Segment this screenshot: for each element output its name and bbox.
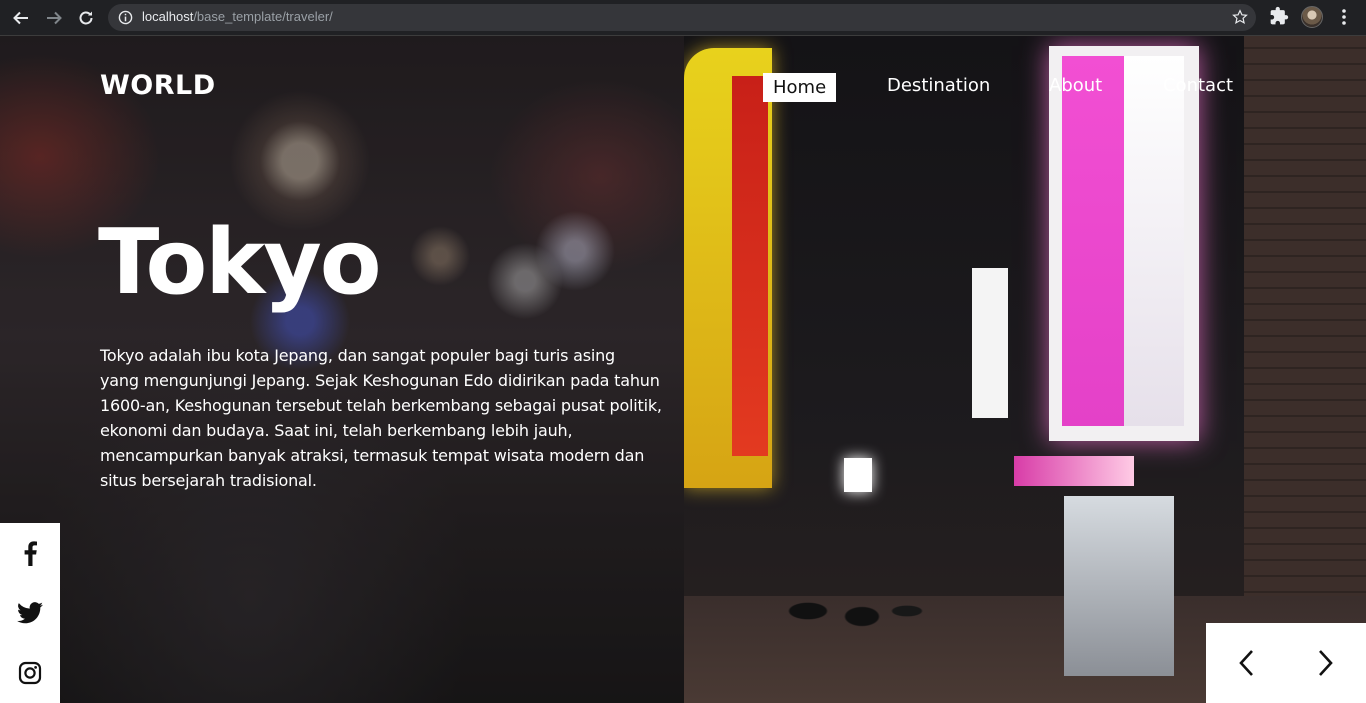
shop-front <box>1064 496 1174 676</box>
extensions-puzzle-icon[interactable] <box>1269 6 1289 30</box>
description-line: situs bersejarah tradisional. <box>100 471 317 490</box>
social-bar <box>0 523 60 703</box>
twitter-icon[interactable] <box>0 583 60 643</box>
description-line: yang mengunjungi Jepang. Sejak Keshoguna… <box>100 371 660 390</box>
bookmark-star-icon[interactable] <box>1232 9 1248 29</box>
shop-sign <box>1014 456 1134 486</box>
chevron-left-icon <box>1239 650 1253 676</box>
forward-icon[interactable] <box>42 6 66 30</box>
tokyo-street-photo <box>684 36 1366 703</box>
chevron-right-icon <box>1319 650 1333 676</box>
profile-avatar[interactable] <box>1301 6 1323 28</box>
info-icon[interactable] <box>118 10 133 29</box>
slider-controls <box>1206 623 1366 703</box>
nav-home[interactable]: Home <box>763 73 837 102</box>
description-line: mencampurkan banyak atraksi, termasuk te… <box>100 446 645 465</box>
page: WORLD Home Destination About Contact Tok… <box>0 36 1366 703</box>
nav-destination[interactable]: Destination <box>887 75 990 96</box>
shop-sign <box>972 268 1008 418</box>
address-bar[interactable]: localhost/base_template/traveler/ <box>108 4 1256 31</box>
lantern <box>844 458 872 492</box>
facebook-icon[interactable] <box>0 523 60 583</box>
prev-slide-button[interactable] <box>1206 623 1286 703</box>
description-line: 1600-an, Keshogunan tersebut telah berke… <box>100 396 662 415</box>
nav-about[interactable]: About <box>1049 75 1102 96</box>
next-slide-button[interactable] <box>1286 623 1366 703</box>
pedestrians <box>754 556 934 666</box>
neon-sign <box>1062 56 1124 426</box>
url-text[interactable]: localhost/base_template/traveler/ <box>142 9 333 24</box>
reload-icon[interactable] <box>74 6 98 30</box>
nav-contact[interactable]: Contact <box>1163 75 1233 96</box>
hero-description: Tokyo adalah ibu kota Jepang, dan sangat… <box>100 343 690 493</box>
browser-toolbar: localhost/base_template/traveler/ <box>0 0 1366 36</box>
site-logo[interactable]: WORLD <box>100 70 216 101</box>
instagram-icon[interactable] <box>0 643 60 703</box>
description-line: Tokyo adalah ibu kota Jepang, dan sangat… <box>100 346 615 365</box>
back-icon[interactable] <box>9 6 33 30</box>
description-line: ekonomi dan budaya. Saat ini, telah berk… <box>100 421 573 440</box>
neon-sign <box>1124 56 1184 426</box>
menu-kebab-icon[interactable] <box>1336 8 1352 30</box>
neon-sign <box>732 76 768 456</box>
hero-title: Tokyo <box>98 210 382 315</box>
